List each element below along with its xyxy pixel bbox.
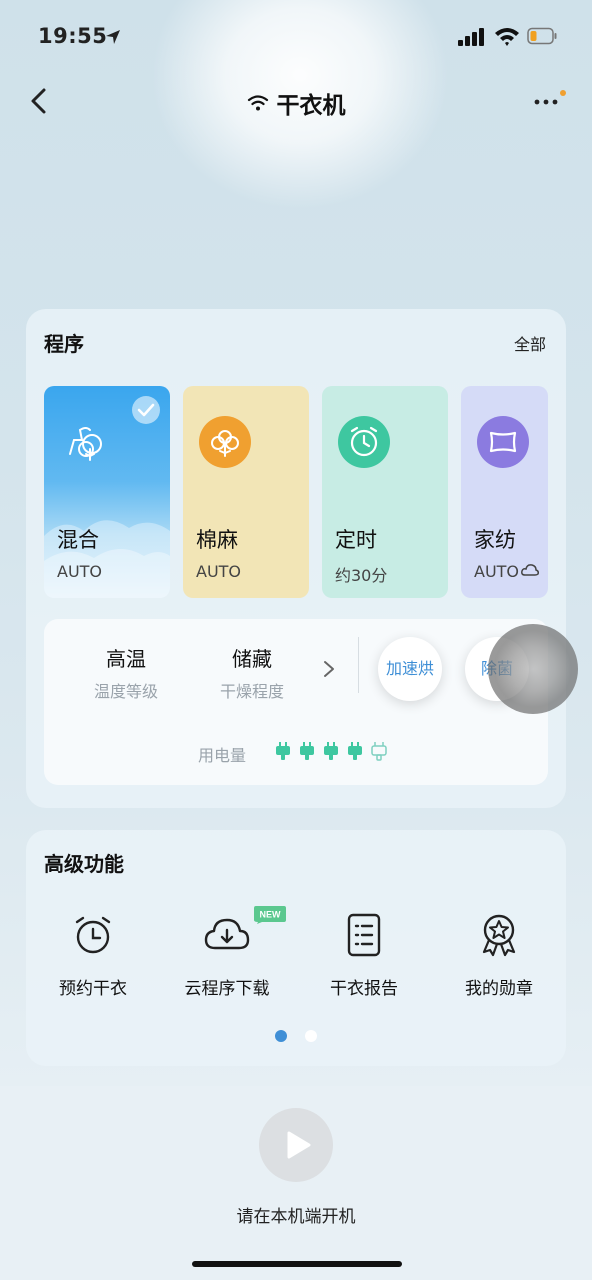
report-icon	[347, 913, 381, 957]
program-card: 程序 全部 混合 AUTO 棉麻 AUTO 定时 约30分 家纺 AUTO 高温…	[26, 309, 566, 808]
status-bar: 19:55	[0, 0, 592, 76]
plug-icon	[324, 742, 338, 760]
plug-icon	[300, 742, 314, 760]
more-options-icon[interactable]	[532, 90, 566, 110]
mixed-clothes-icon	[69, 427, 102, 461]
my-medals-button[interactable]: 我的勋章	[439, 910, 559, 999]
battery-icon	[527, 27, 557, 45]
assistive-touch-button[interactable]	[488, 624, 578, 714]
program-name: 混合	[57, 528, 99, 552]
func-label: 云程序下载	[184, 979, 270, 999]
func-label: 预约干衣	[59, 979, 127, 999]
status-time: 19:55	[38, 24, 108, 48]
func-label: 我的勋章	[465, 979, 533, 999]
page-dot[interactable]	[305, 1030, 317, 1042]
program-sub: AUTO	[196, 562, 242, 581]
home-indicator[interactable]	[192, 1261, 402, 1267]
program-name: 家纺	[474, 528, 516, 552]
plug-icon-empty	[371, 742, 387, 761]
plug-icon	[348, 742, 362, 760]
start-button[interactable]	[259, 1108, 333, 1182]
reserve-dry-button[interactable]: 预约干衣	[33, 910, 153, 999]
program-settings-panel: 高温 温度等级 储藏 干燥程度 加速烘 除菌 用电量	[44, 619, 548, 785]
advanced-section-title: 高级功能	[44, 852, 124, 876]
medal-icon	[482, 914, 516, 957]
program-tile-cotton[interactable]: 棉麻 AUTO	[183, 386, 309, 598]
program-name: 棉麻	[196, 528, 238, 552]
bottom-panel: 请在本机端开机	[0, 1086, 592, 1280]
program-tile-textile[interactable]: 家纺 AUTO	[461, 386, 548, 598]
cellular-signal-icon	[458, 28, 484, 46]
page-header: 干衣机	[0, 86, 592, 119]
dryness-label: 干燥程度	[219, 682, 284, 701]
new-badge: NEW	[254, 906, 286, 924]
plug-icon	[276, 742, 290, 760]
view-all-link[interactable]: 全部	[514, 331, 546, 355]
page-dot-active[interactable]	[275, 1030, 287, 1042]
program-tile-timer[interactable]: 定时 约30分	[322, 386, 448, 598]
power-on-hint: 请在本机端开机	[236, 1207, 356, 1227]
page-title: 干衣机	[276, 93, 346, 119]
temperature-value: 高温	[106, 647, 146, 671]
dry-report-button[interactable]: 干衣报告	[304, 910, 424, 999]
chevron-right-icon[interactable]	[322, 659, 336, 679]
cloud-download-icon	[204, 918, 250, 950]
speed-dry-button[interactable]: 加速烘	[378, 637, 442, 701]
cloud-icon	[521, 564, 540, 576]
func-label: 干衣报告	[330, 979, 398, 999]
pillow-icon	[477, 416, 529, 468]
program-sub: AUTO	[474, 562, 540, 581]
dryness-option[interactable]: 储藏 干燥程度	[202, 643, 302, 702]
electricity-label: 用电量	[198, 746, 247, 765]
program-name: 定时	[335, 528, 377, 552]
divider	[358, 637, 359, 693]
program-sub: AUTO	[57, 562, 103, 581]
location-arrow-icon	[106, 30, 120, 44]
program-tile-mixed[interactable]: 混合 AUTO	[44, 386, 170, 598]
temperature-label: 温度等级	[93, 682, 158, 701]
dryness-value: 储藏	[232, 647, 272, 671]
program-sub: 约30分	[335, 566, 388, 585]
selected-check-icon	[132, 396, 160, 424]
alarm-clock-icon	[338, 416, 390, 468]
electricity-plug-icons	[276, 742, 387, 761]
program-section-title: 程序	[44, 332, 84, 356]
advanced-functions-card: 高级功能 预约干衣 云程序下载 NEW 干衣报告 我的勋章	[26, 830, 566, 1066]
device-wifi-icon	[247, 95, 268, 111]
play-icon	[287, 1131, 311, 1159]
alarm-clock-icon	[75, 916, 111, 954]
cotton-icon	[199, 416, 251, 468]
new-badge-text: NEW	[260, 910, 282, 920]
wifi-status-icon	[495, 28, 519, 46]
temperature-option[interactable]: 高温 温度等级	[76, 643, 176, 702]
